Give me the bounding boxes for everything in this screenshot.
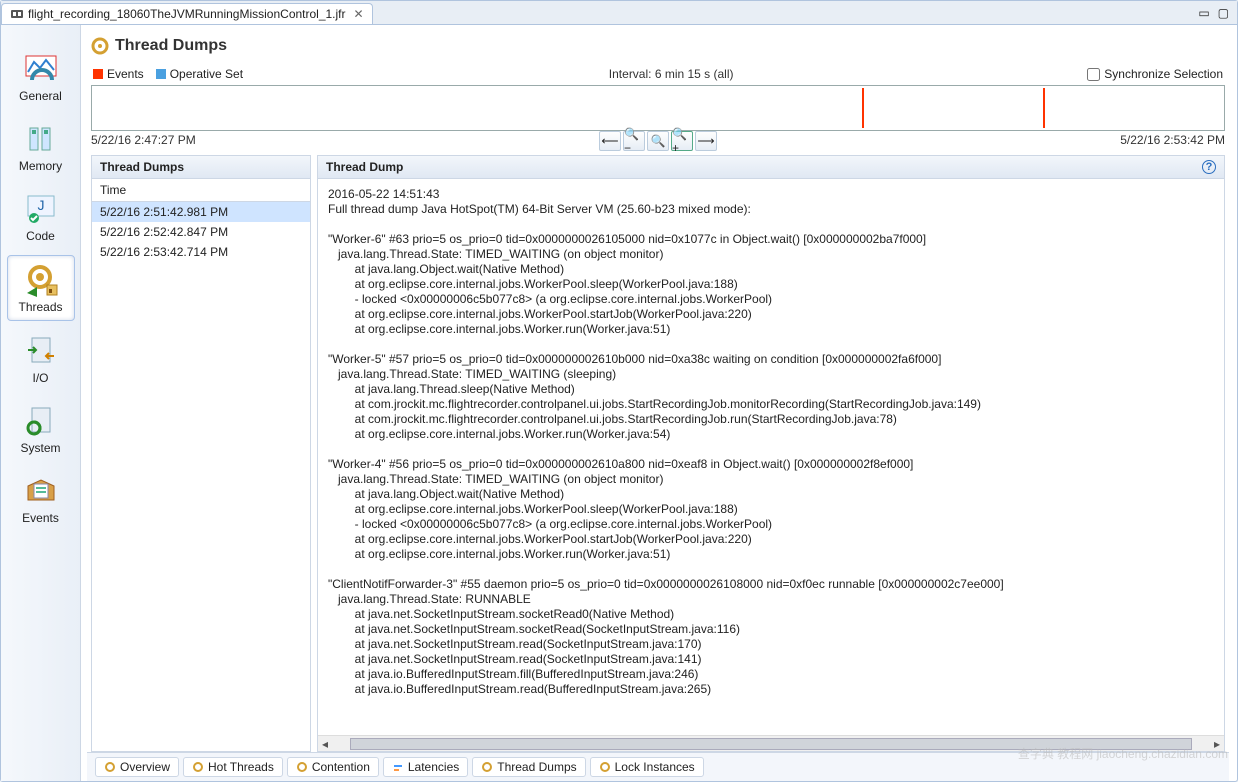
list-item[interactable]: 5/22/16 2:53:42.714 PM [92, 242, 310, 262]
legend-events: Events [93, 67, 144, 81]
nav-zoom-button[interactable]: 🔍 [647, 131, 669, 151]
nav-zoom-in-button[interactable]: 🔍+ [671, 131, 693, 151]
legend-opset: Operative Set [156, 67, 243, 81]
events-icon [23, 473, 59, 509]
threads-icon [23, 262, 59, 298]
sidebar-item-label: General [19, 89, 62, 103]
panel-title: Thread Dump [326, 160, 403, 174]
sidebar-item-memory[interactable]: Memory [7, 115, 75, 179]
watermark: 查字典 教程网 jiaocheng.chazidian.com [1018, 745, 1228, 762]
list-item[interactable]: 5/22/16 2:52:42.847 PM [92, 222, 310, 242]
sidebar-item-label: Events [22, 511, 59, 525]
maximize-icon[interactable]: ▢ [1218, 6, 1229, 20]
timeline-event-bar [1043, 88, 1045, 128]
tab-thread-dumps[interactable]: Thread Dumps [472, 757, 585, 777]
legend-color-events [93, 69, 103, 79]
thread-dumps-icon [91, 37, 109, 55]
interval-label: Interval: 6 min 15 s (all) [255, 67, 1087, 81]
minimize-icon[interactable]: ▭ [1198, 6, 1209, 20]
lock-instances-icon [599, 761, 611, 773]
sidebar: General Memory J Code Threads I/O System [1, 25, 81, 781]
tab-overview[interactable]: Overview [95, 757, 179, 777]
window-controls: ▭ ▢ [1198, 6, 1237, 20]
sidebar-item-general[interactable]: General [7, 45, 75, 109]
sidebar-item-label: Code [26, 229, 55, 243]
thread-dumps-tab-icon [481, 761, 493, 773]
nav-back-button[interactable]: ⟵ [599, 131, 621, 151]
legend-color-opset [156, 69, 166, 79]
sync-selection-checkbox[interactable] [1087, 68, 1100, 81]
tab-contention[interactable]: Contention [287, 757, 379, 777]
sidebar-item-events[interactable]: Events [7, 467, 75, 531]
panel-title: Thread Dumps [100, 160, 184, 174]
sidebar-item-label: Threads [18, 300, 62, 314]
scroll-left-icon[interactable]: ◂ [318, 737, 332, 751]
timeline-event-bar [862, 88, 864, 128]
memory-icon [23, 121, 59, 157]
overview-icon [104, 761, 116, 773]
tab-latencies[interactable]: Latencies [383, 757, 468, 777]
page-title: Thread Dumps [87, 31, 1229, 65]
thread-dumps-list[interactable]: 5/22/16 2:51:42.981 PM 5/22/16 2:52:42.8… [92, 202, 310, 751]
editor-tab-label: flight_recording_18060TheJVMRunningMissi… [28, 7, 346, 21]
sync-selection[interactable]: Synchronize Selection [1087, 67, 1223, 81]
latencies-icon [392, 761, 404, 773]
tab-lock-instances[interactable]: Lock Instances [590, 757, 704, 777]
sidebar-item-label: Memory [19, 159, 62, 173]
io-icon [23, 333, 59, 369]
code-icon: J [23, 191, 59, 227]
timeline[interactable] [91, 85, 1225, 131]
sidebar-item-label: I/O [32, 371, 48, 385]
sidebar-item-code[interactable]: J Code [7, 185, 75, 249]
timeline-header: Events Operative Set Interval: 6 min 15 … [87, 65, 1229, 83]
list-item[interactable]: 5/22/16 2:51:42.981 PM [92, 202, 310, 222]
close-icon[interactable]: ✕ [354, 7, 364, 21]
sidebar-item-io[interactable]: I/O [7, 327, 75, 391]
nav-forward-button[interactable]: ⟶ [695, 131, 717, 151]
sidebar-item-label: System [20, 441, 60, 455]
editor-tab[interactable]: flight_recording_18060TheJVMRunningMissi… [1, 3, 373, 24]
sidebar-item-threads[interactable]: Threads [7, 255, 75, 321]
thread-dump-text[interactable]: 2016-05-22 14:51:43 Full thread dump Jav… [318, 179, 1224, 735]
svg-text:J: J [37, 197, 44, 213]
sidebar-item-system[interactable]: System [7, 397, 75, 461]
tab-hot-threads[interactable]: Hot Threads [183, 757, 283, 777]
thread-dump-panel: Thread Dump ? 2016-05-22 14:51:43 Full t… [317, 155, 1225, 752]
column-header-time[interactable]: Time [92, 179, 310, 202]
recording-icon [10, 8, 24, 20]
gauge-icon [23, 51, 59, 87]
hot-threads-icon [192, 761, 204, 773]
nav-zoom-out-button[interactable]: 🔍− [623, 131, 645, 151]
thread-dumps-panel: Thread Dumps Time 5/22/16 2:51:42.981 PM… [91, 155, 311, 752]
system-icon [23, 403, 59, 439]
editor-tabbar: flight_recording_18060TheJVMRunningMissi… [1, 1, 1237, 25]
help-icon[interactable]: ? [1202, 160, 1216, 174]
contention-icon [296, 761, 308, 773]
